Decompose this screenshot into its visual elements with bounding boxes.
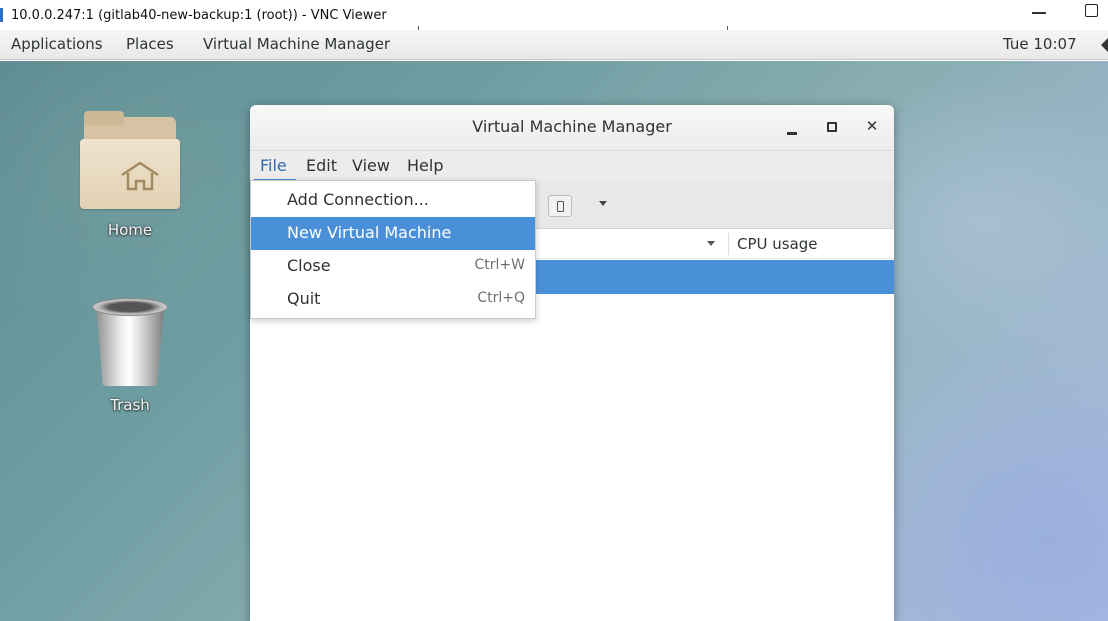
- menu-item-label: Close: [287, 256, 331, 275]
- window-titlebar[interactable]: Virtual Machine Manager ✕: [250, 105, 894, 151]
- clock[interactable]: Tue 10:07: [1003, 35, 1077, 53]
- menu-view[interactable]: View: [352, 156, 390, 175]
- window-title: Virtual Machine Manager: [472, 117, 672, 136]
- menu-item-label: New Virtual Machine: [287, 223, 452, 242]
- vnc-minimize-button[interactable]: [1032, 12, 1046, 14]
- app-menu-vmm[interactable]: Virtual Machine Manager: [203, 35, 390, 53]
- minimize-icon[interactable]: [787, 132, 797, 135]
- places-menu[interactable]: Places: [126, 35, 174, 53]
- menu-item-new-virtual-machine[interactable]: New Virtual Machine: [251, 217, 535, 250]
- menubar: File Edit View Help: [250, 151, 894, 181]
- menu-item-close[interactable]: Close Ctrl+W: [251, 250, 535, 283]
- folder-front: [80, 139, 180, 209]
- vnc-maximize-button[interactable]: [1085, 4, 1098, 17]
- menu-item-add-connection[interactable]: Add Connection...: [251, 184, 535, 217]
- column-separator: [728, 233, 729, 255]
- system-menu-arrow-icon[interactable]: [1101, 38, 1108, 52]
- desktop-icon-label: Home: [107, 221, 153, 239]
- menu-item-shortcut: Ctrl+Q: [477, 290, 525, 306]
- sort-chevron-down-icon[interactable]: [707, 241, 715, 246]
- menu-item-shortcut: Ctrl+W: [474, 257, 525, 273]
- trash-icon: [96, 306, 164, 386]
- close-icon[interactable]: ✕: [862, 117, 882, 135]
- chevron-down-icon[interactable]: [599, 201, 607, 206]
- menu-edit[interactable]: Edit: [306, 156, 337, 175]
- desktop-icon-trash[interactable]: Trash: [70, 296, 190, 426]
- menu-help[interactable]: Help: [407, 156, 443, 175]
- applications-menu[interactable]: Applications: [11, 35, 103, 53]
- column-cpu-usage[interactable]: CPU usage: [737, 235, 818, 253]
- shutdown-button[interactable]: [548, 195, 572, 217]
- vnc-window-title: 10.0.0.247:1 (gitlab40-new-backup:1 (roo…: [11, 7, 387, 23]
- desktop-icon-home[interactable]: Home: [70, 111, 190, 251]
- desktop-icon-label: Trash: [110, 396, 150, 414]
- file-menu-dropdown: Add Connection... New Virtual Machine Cl…: [250, 180, 536, 319]
- menu-item-label: Add Connection...: [287, 190, 429, 209]
- menu-item-quit[interactable]: Quit Ctrl+Q: [251, 283, 535, 316]
- vnc-app-icon: [0, 8, 3, 22]
- trash-rim: [92, 298, 168, 316]
- folder-tab: [84, 111, 124, 125]
- top-panel: Applications Places Virtual Machine Mana…: [0, 30, 1108, 60]
- menu-file[interactable]: File: [260, 156, 287, 175]
- house-icon: [121, 161, 159, 191]
- maximize-icon[interactable]: [827, 122, 837, 132]
- menu-item-label: Quit: [287, 289, 321, 308]
